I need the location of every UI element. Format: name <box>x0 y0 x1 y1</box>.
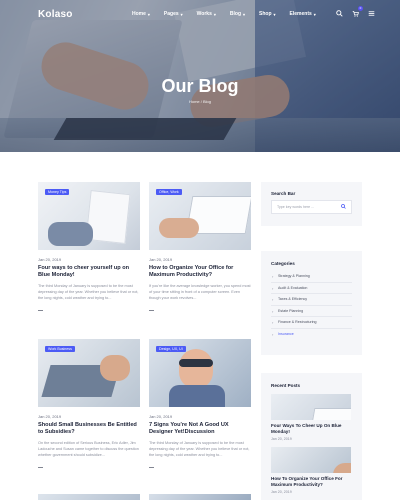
post-date: Jan 20, 2019 <box>38 414 62 419</box>
post-card[interactable]: Design, UX, UI Jan 20, 2019 7 Signs You'… <box>149 339 251 471</box>
chevron-down-icon: ▾ <box>243 11 246 17</box>
recent-posts-widget: Recent Posts Four Ways To Cheer Up On Bl… <box>261 373 362 500</box>
chevron-down-icon: ▾ <box>273 11 276 17</box>
post-card[interactable]: Money Tips Jan 20, 2019 Four ways to che… <box>38 182 140 314</box>
read-more-link[interactable]: — <box>38 308 140 314</box>
post-title[interactable]: Four ways to cheer yourself up on Blue M… <box>38 265 140 279</box>
nav-item-works[interactable]: Works ▾ <box>197 11 216 17</box>
search-input[interactable]: Type key words here ... <box>271 200 352 214</box>
category-link[interactable]: Estate Planning <box>271 306 352 317</box>
widget-title: Categories <box>271 261 295 266</box>
post-thumbnail[interactable]: Money Tips <box>38 182 140 250</box>
search-placeholder: Type key words here ... <box>277 205 315 209</box>
nav-label: Home <box>132 11 146 17</box>
header-tools: 0 <box>335 6 375 17</box>
post-date: Jan 20, 2019 <box>149 257 173 262</box>
chevron-down-icon: ▾ <box>147 11 150 17</box>
nav-item-home[interactable]: Home ▾ <box>132 11 150 17</box>
nav-label: Shop <box>259 11 272 17</box>
search-widget: Search Bar Type key words here ... <box>261 182 362 226</box>
recent-post-thumbnail[interactable] <box>271 394 351 420</box>
nav-label: Blog <box>229 11 241 17</box>
category-badge[interactable]: Money Tips <box>45 189 70 195</box>
post-thumbnail[interactable]: Design, UX, UI <box>149 339 251 407</box>
recent-post-title[interactable]: How To Organize Your Office For Maximum … <box>271 476 352 488</box>
search-icon[interactable] <box>341 204 346 211</box>
recent-post-date: Jan 20, 2019 <box>271 437 292 441</box>
post-card[interactable]: Work Business Jan 20, 2019 Should Small … <box>38 339 140 471</box>
post-title[interactable]: Should Small Businesses Be Entitled to S… <box>38 422 140 436</box>
chevron-down-icon: ▾ <box>213 11 216 17</box>
post-date: Jan 20, 2019 <box>38 257 62 262</box>
category-badge[interactable]: Work Business <box>45 346 75 352</box>
widget-title: Search Bar <box>271 191 296 196</box>
cart-count-badge: 0 <box>358 6 363 11</box>
read-more-link[interactable]: — <box>149 308 251 314</box>
nav-label: Works <box>196 11 212 17</box>
category-badge[interactable]: Design, UX, UI <box>156 346 186 352</box>
post-date: Jan 20, 2019 <box>149 414 173 419</box>
category-link[interactable]: Finance & Restructuring <box>271 317 352 329</box>
nav-item-blog[interactable]: Blog ▾ <box>230 11 245 17</box>
post-thumbnail[interactable] <box>38 494 140 500</box>
read-more-link[interactable]: — <box>38 465 140 471</box>
nav-label: Pages <box>163 11 179 17</box>
category-link[interactable]: Taxes & Efficiency <box>271 294 352 306</box>
read-more-link[interactable]: — <box>149 465 251 471</box>
nav-label: Elements <box>289 11 312 17</box>
page-title: Our Blog <box>161 76 239 96</box>
post-excerpt: On the second edition of Serious Busines… <box>38 441 139 457</box>
search-icon[interactable] <box>335 9 343 17</box>
nav-item-elements[interactable]: Elements ▾ <box>290 11 316 17</box>
nav-item-pages[interactable]: Pages ▾ <box>164 11 183 17</box>
category-link[interactable]: Audit & Evaluation <box>271 283 352 294</box>
post-excerpt: If you're like the average knowledge wor… <box>149 284 251 300</box>
top-navigation-bar: Kolaso Home ▾ Pages ▾ Works ▾ Blog ▾ Shop ▾ E… <box>0 0 400 30</box>
post-excerpt: The third Monday of January is supposed … <box>149 441 250 457</box>
post-thumbnail[interactable]: Office, Work <box>149 182 251 250</box>
cart-icon[interactable]: 0 <box>351 6 363 17</box>
post-card[interactable]: Office, Work Jan 20, 2019 How to Organiz… <box>149 182 251 314</box>
widget-title: Recent Posts <box>271 383 301 388</box>
recent-post-title[interactable]: Four Ways To Cheer Up On Blue Monday! <box>271 423 352 435</box>
nav-item-shop[interactable]: Shop ▾ <box>259 11 276 17</box>
post-title[interactable]: 7 Signs You're Not A Good UX Designer Ye… <box>149 422 251 436</box>
post-thumbnail[interactable] <box>149 494 251 500</box>
category-badge[interactable]: Office, Work <box>156 189 182 195</box>
breadcrumb[interactable]: Home / Blog <box>0 99 400 104</box>
category-link[interactable]: Insurance <box>271 329 352 341</box>
hero-banner: Kolaso Home ▾ Pages ▾ Works ▾ Blog ▾ Shop ▾ E… <box>0 0 400 152</box>
chevron-down-icon: ▾ <box>313 11 316 17</box>
recent-post-thumbnail[interactable] <box>271 447 351 473</box>
site-logo[interactable]: Kolaso <box>38 9 73 20</box>
categories-widget: Categories Strategy & Planning Audit & E… <box>261 251 362 355</box>
post-title[interactable]: How to Organize Your Office for Maximum … <box>149 265 251 279</box>
post-thumbnail[interactable]: Work Business <box>38 339 140 407</box>
menu-icon[interactable] <box>367 9 375 17</box>
chevron-down-icon: ▾ <box>180 11 183 17</box>
post-excerpt: The third Monday of January is supposed … <box>38 284 139 300</box>
main-nav: Home ▾ Pages ▾ Works ▾ Blog ▾ Shop ▾ Elements… <box>132 11 330 17</box>
category-link[interactable]: Strategy & Planning <box>271 271 352 283</box>
recent-post-date: Jan 20, 2019 <box>271 490 292 494</box>
